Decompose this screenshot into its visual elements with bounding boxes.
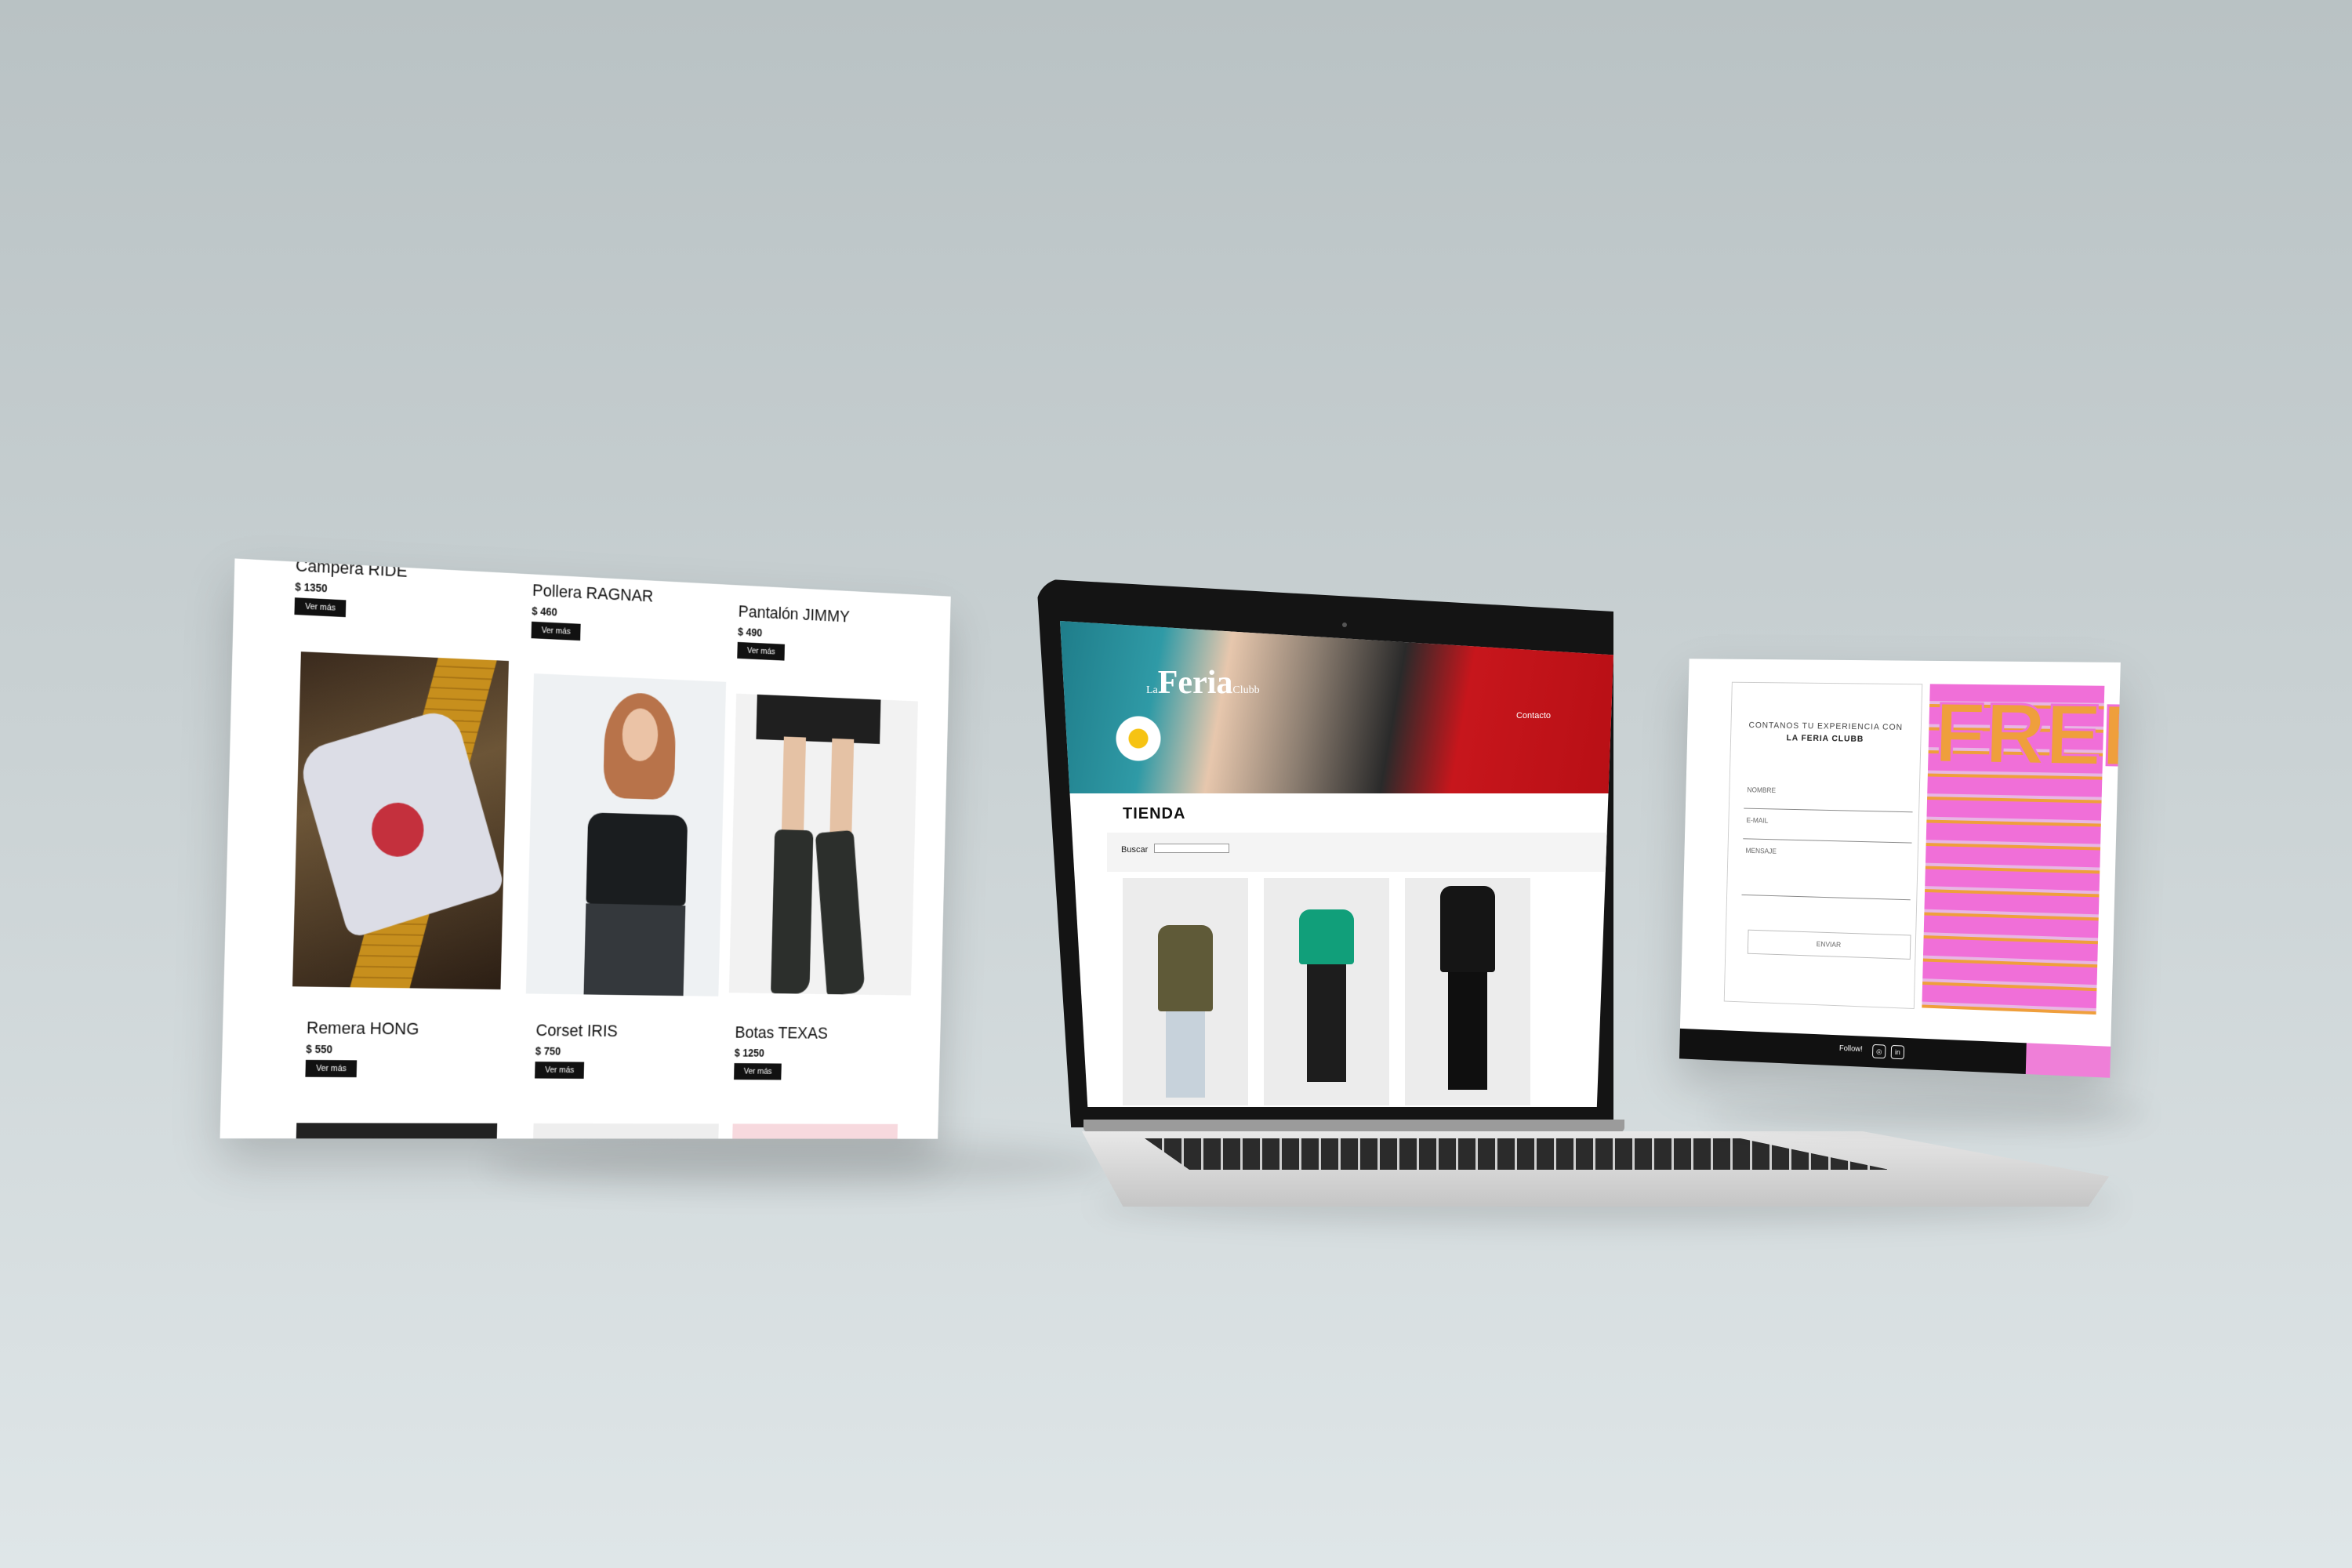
ver-mas-button[interactable]: Ver más	[734, 1063, 782, 1080]
form-title: CONTANOS TU EXPERIENCIA CON	[1748, 720, 1904, 732]
daisy-graphic	[1115, 715, 1162, 762]
message-field[interactable]: MENSAJE	[1741, 842, 1912, 901]
footer-follow-text: Follow!	[1838, 1044, 1863, 1054]
search-bar: Buscar	[1107, 833, 1609, 872]
product-image[interactable]	[1123, 878, 1248, 1105]
product-image[interactable]	[1264, 878, 1389, 1105]
page-title: TIENDA	[1123, 805, 1186, 822]
laptop-hinge	[1083, 1120, 1624, 1132]
contact-form: CONTANOS TU EXPERIENCIA CON LA FERIA CLU…	[1723, 681, 1923, 1009]
free-artwork: FREE	[1922, 684, 2121, 1015]
name-field[interactable]: NOMBRE	[1744, 781, 1914, 813]
product-card: Pantalón JIMMY $ 490 Ver más	[737, 601, 937, 667]
product-grid-screen: Campera RIDE $ 1350 Ver más Pollera RAGN…	[220, 558, 951, 1139]
product-card: Pollera RAGNAR $ 460 Ver más	[531, 580, 739, 648]
linkedin-icon[interactable]: in	[1890, 1044, 1905, 1060]
ver-mas-button[interactable]: Ver más	[531, 621, 581, 641]
product-image-remera[interactable]	[292, 652, 509, 990]
product-grid: Campera RIDE $ 1350 Ver más Pollera RAGN…	[220, 558, 951, 1139]
product-card: Remera HONG $ 550 Ver más	[305, 1018, 521, 1078]
product-card: Corset IRIS $ 750 Ver más	[535, 1021, 742, 1080]
product-price: $ 550	[306, 1043, 333, 1056]
product-price: $ 1250	[734, 1047, 765, 1059]
contact-screen: CONTANOS TU EXPERIENCIA CON LA FERIA CLU…	[1679, 659, 2121, 1078]
footer-accent	[2025, 1043, 2111, 1078]
product-image-partial	[532, 1123, 719, 1139]
right-screen-shadow	[1709, 1098, 2148, 1129]
site-logo[interactable]: LaFeriaClubb	[1146, 664, 1260, 702]
product-image-corset[interactable]	[525, 673, 727, 996]
product-name: Corset IRIS	[535, 1020, 619, 1040]
email-field[interactable]: E-MAIL	[1743, 811, 1913, 844]
nav-contact-link[interactable]: Contacto	[1516, 711, 1551, 720]
ver-mas-button[interactable]: Ver más	[737, 641, 786, 661]
send-button[interactable]: ENVIAR	[1747, 929, 1911, 960]
ver-mas-button[interactable]: Ver más	[535, 1062, 585, 1079]
site-footer: Follow! ◎ in	[1679, 1028, 2111, 1078]
search-input[interactable]	[1154, 844, 1229, 853]
ver-mas-button[interactable]: Ver más	[305, 1059, 358, 1078]
webcam	[1342, 622, 1347, 627]
product-price: $ 750	[535, 1044, 561, 1058]
left-screen-shadow	[486, 1141, 1113, 1188]
product-card: Campera RIDE $ 1350 Ver más	[294, 558, 511, 625]
product-image-partial	[296, 1123, 498, 1139]
ver-mas-button[interactable]: Ver más	[294, 597, 347, 618]
instagram-icon[interactable]: ◎	[1872, 1044, 1886, 1059]
product-image[interactable]	[1405, 878, 1530, 1105]
product-image-partial	[731, 1123, 898, 1139]
product-card: Botas TEXAS $ 1250 Ver más	[734, 1023, 934, 1081]
laptop-display: LaFeriaClubb Contacto TIENDA Buscar	[1060, 621, 1613, 1107]
product-name: Botas TEXAS	[735, 1022, 829, 1043]
form-subtitle: LA FERIA CLUBB	[1786, 733, 1864, 744]
search-label: Buscar	[1121, 845, 1149, 855]
free-art-text: FREE	[1933, 684, 2121, 786]
product-name: Remera HONG	[306, 1018, 419, 1039]
product-image-botas[interactable]	[728, 693, 918, 996]
